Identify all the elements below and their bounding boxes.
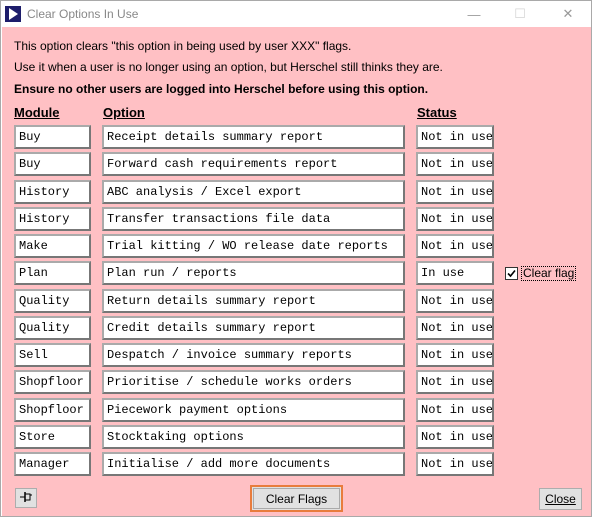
status-field: Not in use bbox=[416, 152, 494, 176]
clear-flags-label: Clear Flags bbox=[253, 488, 340, 509]
module-field: Sell bbox=[14, 343, 91, 367]
table-row: Shopfloor Prioritise / schedule works ord… bbox=[2, 370, 591, 394]
option-field: Receipt details summary report bbox=[102, 125, 405, 149]
module-field: Plan bbox=[14, 261, 91, 285]
option-column-header: Option bbox=[103, 105, 145, 120]
warning-text: Ensure no other users are logged into He… bbox=[14, 82, 429, 96]
status-field: Not in use bbox=[416, 452, 494, 476]
status-field: Not in use bbox=[416, 398, 494, 422]
status-field: Not in use bbox=[416, 425, 494, 449]
option-field: Stocktaking options bbox=[102, 425, 405, 449]
module-field: Buy bbox=[14, 152, 91, 176]
pin-icon bbox=[19, 491, 33, 506]
table-row: Sell Despatch / invoice summary reports No… bbox=[2, 343, 591, 367]
status-field: Not in use bbox=[416, 234, 494, 258]
table-row: Shopfloor Piecework payment options Not in… bbox=[2, 398, 591, 422]
table-row: Buy Forward cash requirements report Not i… bbox=[2, 152, 591, 176]
window-title: Clear Options In Use bbox=[27, 7, 139, 21]
module-field: History bbox=[14, 180, 91, 204]
clear-flag-checkbox[interactable] bbox=[505, 266, 518, 280]
status-field: Not in use bbox=[416, 289, 494, 313]
option-field: Piecework payment options bbox=[102, 398, 405, 422]
clear-flag-checkbox-group[interactable]: Clear flag bbox=[505, 265, 577, 281]
option-field: ABC analysis / Excel export bbox=[102, 180, 405, 204]
module-field: History bbox=[14, 207, 91, 231]
table-row: Buy Receipt details summary report Not in … bbox=[2, 125, 591, 149]
module-field: Shopfloor bbox=[14, 370, 91, 394]
module-field: Make bbox=[14, 234, 91, 258]
table-row: History Transfer transactions file data No… bbox=[2, 207, 591, 231]
module-field: Manager bbox=[14, 452, 91, 476]
option-field: Return details summary report bbox=[102, 289, 405, 313]
table-row: Store Stocktaking options Not in use bbox=[2, 425, 591, 449]
table-row: Quality Return details summary report Not … bbox=[2, 289, 591, 313]
title-bar[interactable]: Clear Options In Use — ☐ ✕ bbox=[1, 1, 591, 27]
option-field: Plan run / reports bbox=[102, 261, 405, 285]
module-column-header: Module bbox=[14, 105, 60, 120]
status-field: Not in use bbox=[416, 370, 494, 394]
info-line-1: This option clears "this option in being… bbox=[14, 39, 352, 53]
table-row: History ABC analysis / Excel export Not in… bbox=[2, 180, 591, 204]
table-row: Quality Credit details summary report Not … bbox=[2, 316, 591, 340]
module-field: Buy bbox=[14, 125, 91, 149]
option-field: Forward cash requirements report bbox=[102, 152, 405, 176]
module-field: Shopfloor bbox=[14, 398, 91, 422]
option-field: Credit details summary report bbox=[102, 316, 405, 340]
pin-button[interactable] bbox=[15, 488, 37, 508]
module-field: Store bbox=[14, 425, 91, 449]
status-column-header: Status bbox=[417, 105, 457, 120]
option-field: Despatch / invoice summary reports bbox=[102, 343, 405, 367]
status-field: Not in use bbox=[416, 343, 494, 367]
option-field: Prioritise / schedule works orders bbox=[102, 370, 405, 394]
status-field: In use bbox=[416, 261, 494, 285]
module-field: Quality bbox=[14, 289, 91, 313]
status-field: Not in use bbox=[416, 125, 494, 149]
status-field: Not in use bbox=[416, 207, 494, 231]
status-field: Not in use bbox=[416, 316, 494, 340]
module-field: Quality bbox=[14, 316, 91, 340]
option-field: Trial kitting / WO release date reports bbox=[102, 234, 405, 258]
table-row: Manager Initialise / add more documents No… bbox=[2, 452, 591, 476]
table-row: Make Trial kitting / WO release date repo… bbox=[2, 234, 591, 258]
option-field: Initialise / add more documents bbox=[102, 452, 405, 476]
option-field: Transfer transactions file data bbox=[102, 207, 405, 231]
table-row: Plan Plan run / reports In use Clear flag bbox=[2, 261, 591, 285]
info-line-2: Use it when a user is no longer using an… bbox=[14, 60, 443, 74]
clear-flag-label[interactable]: Clear flag bbox=[521, 265, 577, 281]
dialog-window: Clear Options In Use — ☐ ✕ This option c… bbox=[0, 0, 592, 517]
clear-flags-button[interactable]: Clear Flags bbox=[250, 485, 343, 512]
dialog-body: This option clears "this option in being… bbox=[2, 27, 591, 516]
app-icon bbox=[5, 6, 21, 22]
minimize-button[interactable]: — bbox=[451, 1, 497, 27]
status-field: Not in use bbox=[416, 180, 494, 204]
close-button[interactable]: Close bbox=[539, 488, 582, 510]
maximize-button: ☐ bbox=[514, 6, 526, 21]
close-window-button[interactable]: ✕ bbox=[545, 1, 591, 27]
